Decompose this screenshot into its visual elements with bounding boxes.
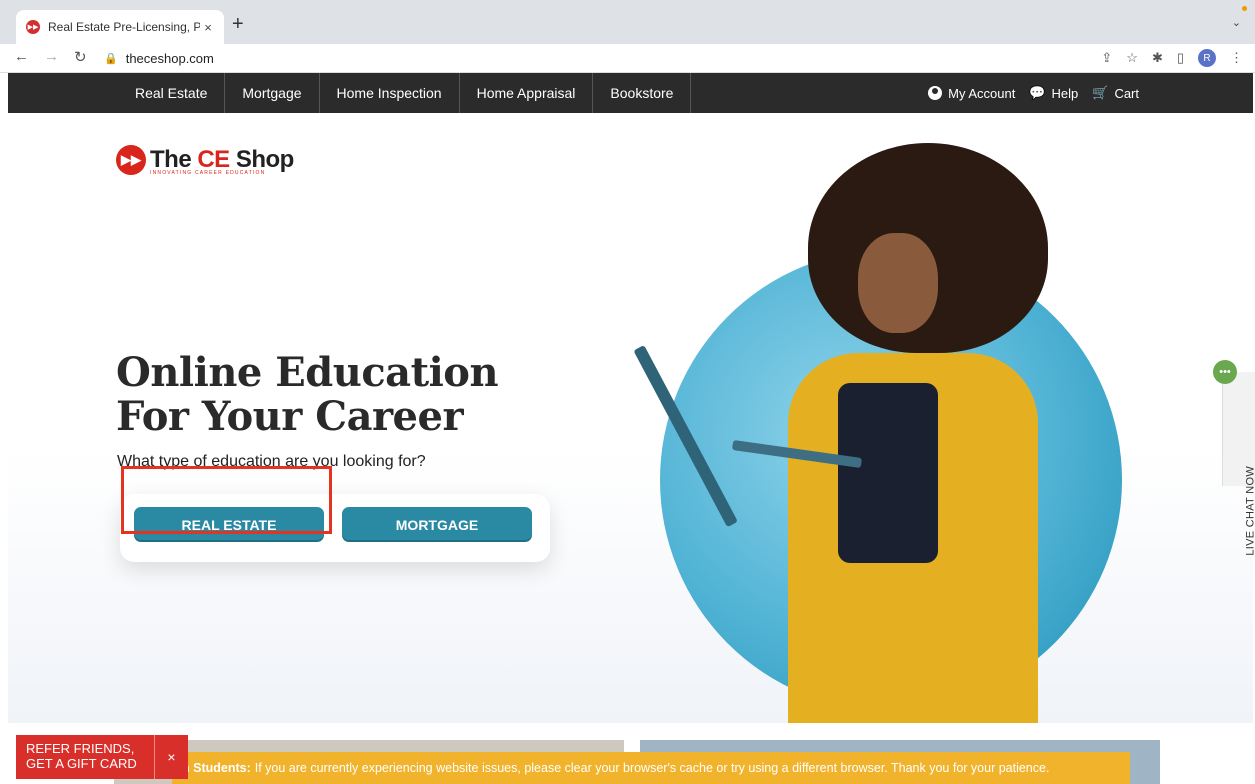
forward-icon[interactable]: → (44, 48, 59, 65)
tab-close-icon[interactable]: × (200, 20, 216, 35)
hero-section: ▶▶ The CE Shop INNOVATING CAREER EDUCATI… (8, 113, 1253, 723)
notice-bold-text: n Students: (182, 761, 251, 775)
browser-tab-bar: ▶▶ Real Estate Pre-Licensing, Pos × + ⌄ (0, 0, 1255, 44)
highlight-annotation (121, 466, 332, 534)
nav-bookstore[interactable]: Bookstore (593, 73, 692, 113)
address-bar[interactable]: 🔒 theceshop.com (104, 47, 1204, 70)
cart-icon: 🛒 (1092, 85, 1109, 100)
bookmark-star-icon[interactable]: ☆ (1126, 50, 1138, 66)
sidepanel-icon[interactable]: ▯ (1177, 50, 1184, 66)
cart-label: Cart (1114, 85, 1139, 101)
extensions-icon[interactable]: ✱ (1152, 50, 1163, 66)
refer-close-icon[interactable]: × (154, 735, 188, 779)
site-notice-banner: n Students: If you are currently experie… (172, 752, 1130, 784)
live-chat-bubble-icon[interactable]: ••• (1213, 360, 1237, 384)
chat-bubbles-icon: 💬 (1029, 85, 1046, 100)
nav-home-appraisal[interactable]: Home Appraisal (460, 73, 594, 113)
back-icon[interactable]: ← (14, 48, 29, 65)
the-ce-shop-logo[interactable]: ▶▶ The CE Shop INNOVATING CAREER EDUCATI… (116, 145, 294, 176)
update-indicator-icon (1242, 6, 1247, 11)
browser-toolbar: ← → ↻ 🔒 theceshop.com ⇪ ☆ ✱ ▯ R ⋮ (0, 44, 1255, 73)
user-icon (928, 86, 943, 100)
hero-headline: Online Education For Your Career (116, 349, 499, 440)
my-account-link[interactable]: My Account (928, 86, 1015, 101)
hero-photo-top (838, 383, 938, 563)
my-account-label: My Account (948, 85, 1016, 101)
browser-tab[interactable]: ▶▶ Real Estate Pre-Licensing, Pos × (16, 10, 224, 44)
nav-mortgage[interactable]: Mortgage (225, 73, 320, 113)
url-text: theceshop.com (125, 51, 214, 66)
logo-fast-forward-icon: ▶▶ (116, 145, 146, 175)
mortgage-button[interactable]: MORTGAGE (342, 507, 532, 542)
hero-photo-face (858, 233, 938, 333)
notice-text: If you are currently experiencing websit… (254, 761, 1050, 775)
nav-real-estate[interactable]: Real Estate (118, 73, 226, 113)
profile-avatar[interactable]: R (1198, 49, 1216, 67)
site-favicon-icon: ▶▶ (26, 20, 40, 34)
help-label: Help (1051, 85, 1079, 101)
cart-link[interactable]: 🛒 Cart (1092, 85, 1139, 101)
logo-tagline: INNOVATING CAREER EDUCATION (150, 170, 266, 176)
reload-icon[interactable]: ↻ (74, 48, 87, 66)
tab-search-icon[interactable]: ⌄ (1232, 16, 1241, 29)
lock-icon[interactable]: 🔒 (104, 52, 118, 65)
nav-home-inspection[interactable]: Home Inspection (320, 73, 460, 113)
live-chat-label[interactable]: LIVE CHAT NOW (1245, 466, 1255, 556)
refer-friends-button[interactable]: REFER FRIENDS, GET A GIFT CARD (16, 735, 154, 779)
help-link[interactable]: 💬 Help (1029, 85, 1078, 101)
site-nav: Real Estate Mortgage Home Inspection Hom… (8, 73, 1253, 113)
tab-title: Real Estate Pre-Licensing, Pos (48, 20, 200, 34)
menu-icon[interactable]: ⋮ (1230, 50, 1243, 66)
new-tab-button[interactable]: + (232, 14, 244, 34)
share-icon[interactable]: ⇪ (1101, 50, 1112, 66)
